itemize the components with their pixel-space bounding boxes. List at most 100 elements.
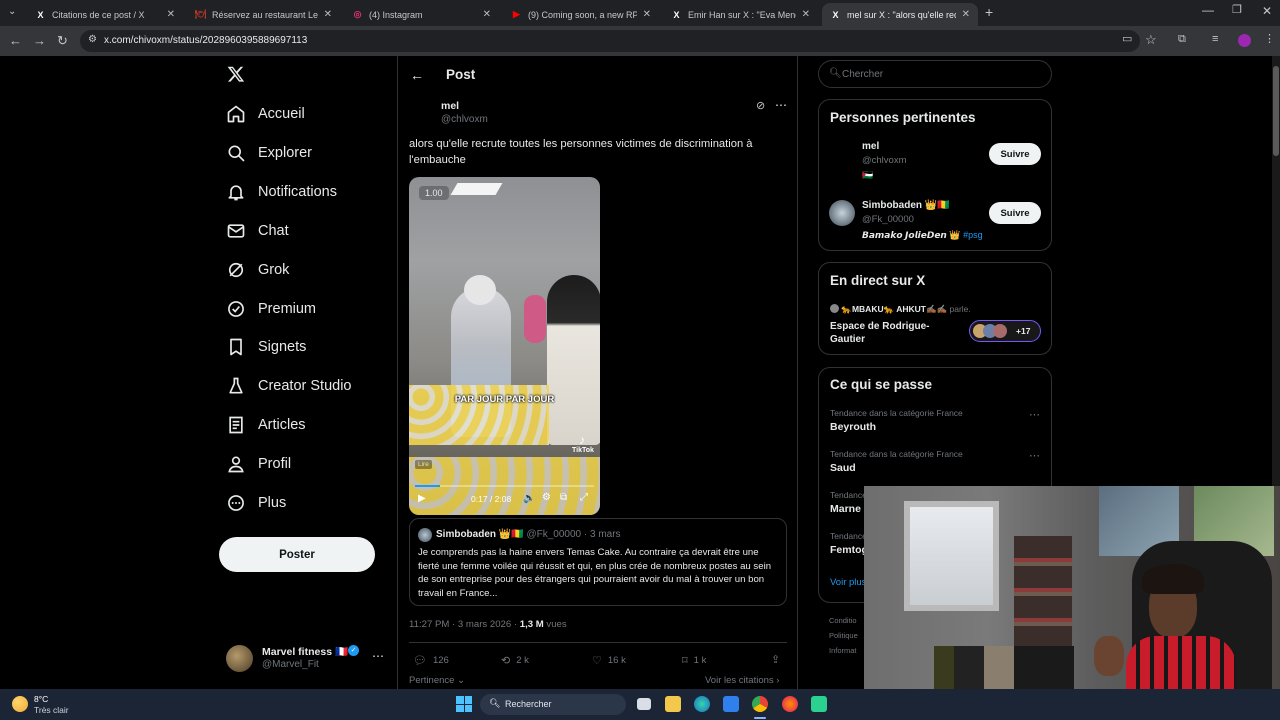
post-button[interactable]: Poster (219, 537, 375, 572)
file-explorer-icon[interactable] (665, 696, 681, 712)
author-avatar[interactable] (409, 100, 437, 128)
mute-icon[interactable]: 🔈 (523, 493, 535, 504)
reload-icon[interactable]: ↻ (57, 34, 68, 47)
taskbar-search[interactable]: 🔍︎ Rechercher (480, 694, 626, 715)
footer-link-info[interactable]: Informat (829, 643, 858, 658)
scrollbar-thumb[interactable] (1273, 66, 1279, 156)
post-timestamp[interactable]: 11:27 PM · 3 mars 2026 · (409, 619, 520, 630)
person-avatar-mel[interactable] (829, 141, 855, 167)
tab-close-icon[interactable]: ✕ (324, 9, 332, 20)
space-title[interactable]: Espace de Rodrigue-Gautier (830, 320, 940, 346)
grok-explain-icon[interactable]: ⊘ (756, 99, 765, 112)
quoted-post[interactable]: Simbobaden 👑🇬🇳 @Fk_00000 · 3 mars Je com… (409, 518, 787, 606)
video-speed-badge[interactable]: 1.00 (419, 186, 449, 200)
video-progress-fill (415, 485, 441, 487)
trend-item[interactable]: Tendance dans la catégorie France Saud ⋯ (830, 449, 1044, 474)
trends-more-link[interactable]: Voir plus (830, 577, 866, 588)
pip-icon[interactable]: ⧉ (560, 492, 567, 503)
tab-close-icon[interactable]: ✕ (483, 9, 491, 20)
tab-close-icon[interactable]: ✕ (962, 9, 970, 20)
menu-icon[interactable]: ⋮ (1264, 34, 1275, 45)
footer-link-terms[interactable]: Conditio (829, 613, 858, 628)
quote-date: · 3 mars (583, 529, 621, 540)
author-name[interactable]: mel (441, 100, 459, 112)
trend-more-icon[interactable]: ⋯ (1029, 449, 1040, 462)
nav-item-profil[interactable]: Profil (226, 449, 291, 479)
author-handle[interactable]: @chlvoxm (441, 114, 488, 125)
weather-desc: Très clair (34, 705, 69, 715)
browser-toolbar: ← → ↻ ⚙ x.com/chivoxm/status/20289603958… (0, 26, 1280, 56)
back-arrow-icon[interactable]: ← (410, 67, 424, 83)
follow-button-simbobaden[interactable]: Suivre (989, 202, 1041, 224)
tab-search-icon[interactable]: ⌄ (8, 7, 16, 17)
account-switcher[interactable]: Marvel fitness 🇫🇷 ✓ @Marvel_Fit ⋯ (226, 643, 386, 673)
nav-item-grok[interactable]: Grok (226, 255, 289, 285)
media-icon[interactable]: ≡ (1212, 34, 1218, 45)
video-progress-track[interactable] (415, 485, 594, 487)
back-icon[interactable]: ← (9, 34, 22, 47)
store-icon[interactable] (723, 696, 739, 712)
post-more-icon[interactable]: ⋯ (775, 98, 787, 112)
footer-link-privacy[interactable]: Politique (829, 628, 858, 643)
reply-button[interactable]: 💬︎ 126 (413, 654, 449, 667)
person-bio-hashtag[interactable]: #psg (963, 230, 983, 240)
x-logo-icon[interactable] (227, 65, 245, 83)
fullscreen-icon[interactable]: ⤢ (580, 492, 588, 503)
nav-item-articles[interactable]: Articles (226, 410, 306, 440)
like-button[interactable]: ♡ 16 k (592, 654, 626, 667)
person-name-simbobaden[interactable]: Simbobaden 👑🇬🇳 (862, 200, 950, 211)
start-icon[interactable] (456, 696, 472, 712)
weather-icon[interactable] (12, 696, 28, 712)
bookmark-star-icon[interactable]: ☆ (1145, 33, 1157, 46)
nav-item-plus[interactable]: Plus (226, 488, 286, 518)
nav-item-signets[interactable]: Signets (226, 332, 306, 362)
browser-tab[interactable]: X Emir Han sur X : "Eva Mendes s... ✕ (663, 3, 818, 26)
nav-item-chat[interactable]: Chat (226, 216, 289, 246)
edge-icon[interactable] (694, 696, 710, 712)
account-more-icon[interactable]: ⋯ (372, 649, 384, 663)
sort-dropdown[interactable]: Pertinence ⌄ (409, 675, 465, 686)
nav-item-creator-studio[interactable]: Creator Studio (226, 371, 352, 401)
repost-button[interactable]: ⟲ 2 k (501, 654, 529, 667)
address-bar[interactable]: ⚙ x.com/chivoxm/status/20289603958896971… (80, 30, 1140, 52)
task-view-icon[interactable] (637, 698, 651, 710)
nav-item-label: Creator Studio (258, 378, 352, 395)
cast-icon[interactable]: ▭ (1122, 34, 1132, 45)
new-tab-icon[interactable]: + (985, 5, 993, 19)
chrome-icon[interactable] (752, 696, 768, 712)
nav-item-notifications[interactable]: Notifications (226, 177, 337, 207)
firefox-icon[interactable] (782, 696, 798, 712)
follow-button-mel[interactable]: Suivre (989, 143, 1041, 165)
trend-item[interactable]: Tendance dans la catégorie France Beyrout… (830, 408, 1044, 433)
browser-tab[interactable]: Xmel sur X : "alors qu'elle recrute... ✕ (822, 3, 978, 26)
tab-close-icon[interactable]: ✕ (167, 9, 175, 20)
extensions-icon[interactable]: ⧉ (1178, 34, 1186, 45)
nav-item-explorer[interactable]: Explorer (226, 138, 312, 168)
tab-close-icon[interactable]: ✕ (802, 9, 810, 20)
browser-tab[interactable]: ◎ (4) Instagram ✕ (344, 3, 499, 26)
bookmark-button[interactable]: ⌑ 1 k (682, 654, 706, 667)
nav-item-premium[interactable]: Premium (226, 294, 316, 324)
video-play-icon[interactable]: ▶ (418, 493, 426, 504)
settings-icon[interactable]: ⚙ (542, 492, 551, 503)
person-avatar-simbobaden[interactable] (829, 200, 855, 226)
browser-tab[interactable]: ▶ (9) Coming soon, a new RPG fr... ✕ (503, 3, 659, 26)
search-box[interactable]: 🔍︎ Chercher (818, 60, 1052, 88)
trend-more-icon[interactable]: ⋯ (1029, 408, 1040, 421)
tab-close-icon[interactable]: ✕ (643, 9, 651, 20)
browser-tab[interactable]: 🍽 Réservez au restaurant Le Jules... ✕ (187, 3, 340, 26)
forward-icon[interactable]: → (33, 34, 46, 47)
person-name-mel[interactable]: mel (862, 141, 879, 152)
maximize-icon[interactable]: ❐ (1232, 5, 1242, 16)
view-quotes-link[interactable]: Voir les citations › (705, 675, 779, 686)
browser-tab[interactable]: X Citations de ce post / X ✕ (27, 3, 183, 26)
minimize-icon[interactable]: — (1202, 4, 1214, 16)
nav-item-accueil[interactable]: Accueil (226, 99, 305, 129)
site-info-icon[interactable]: ⚙ (88, 35, 97, 45)
share-icon[interactable]: ⇪ (771, 653, 780, 666)
close-window-icon[interactable]: ✕ (1262, 5, 1272, 17)
space-listeners[interactable]: +17 (969, 320, 1041, 342)
profile-avatar-icon[interactable] (1238, 34, 1251, 47)
post-video[interactable]: 1.00 PAR JOUR PAR JOUR ♪ TikTok Lire ▶ 0… (409, 177, 600, 515)
discord-icon[interactable] (811, 696, 827, 712)
